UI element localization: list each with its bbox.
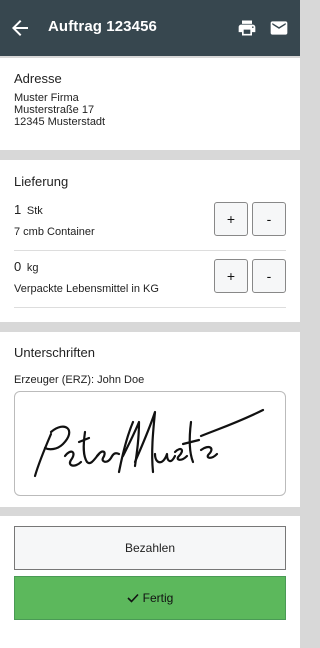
address-block: Muster Firma Musterstraße 17 12345 Muste… [14,92,105,128]
delivery-item: 1 Stk 7 cmb Container + - [14,202,286,252]
printer-icon[interactable] [237,18,257,38]
app-bar: Auftrag 123456 [0,0,300,56]
delivery-card: Lieferung 1 Stk 7 cmb Container + - 0 kg… [0,160,300,322]
address-line: Musterstraße 17 [14,104,95,116]
actions-card: Bezahlen Fertig [0,516,300,648]
arrow-left-icon[interactable] [8,16,32,40]
address-line: Muster Firma [14,92,79,104]
address-title: Adresse [14,71,62,86]
pay-button-label: Bezahlen [124,541,176,555]
pay-button[interactable]: Bezahlen [14,526,286,570]
done-button[interactable]: Fertig [14,576,286,620]
divider [14,307,286,308]
address-line: 12345 Musterstadt [14,116,106,128]
increment-button[interactable]: + [214,259,248,293]
page-title: Auftrag 123456 [48,18,157,35]
quantity-value: 0 [14,259,22,274]
item-quantity: 0 kg [14,259,38,274]
signatures-card: Unterschriften Erzeuger (ERZ): John Doe [0,332,300,507]
done-button-label: Fertig [142,591,174,605]
item-description: 7 cmb Container [14,226,95,238]
signature-drawing [33,408,265,478]
quantity-unit: Stk [26,205,43,217]
quantity-value: 1 [14,202,22,217]
envelope-icon[interactable] [269,18,289,38]
decrement-button[interactable]: - [252,259,286,293]
item-description: Verpackte Lebensmittel in KG [14,283,159,295]
item-quantity: 1 Stk [14,202,43,217]
delivery-item: 0 kg Verpackte Lebensmittel in KG + - [14,259,286,309]
address-card: Adresse Muster Firma Musterstraße 17 123… [0,58,300,150]
decrement-button[interactable]: - [252,202,286,236]
signature-pad[interactable] [14,391,286,496]
check-icon [127,593,139,603]
increment-button[interactable]: + [214,202,248,236]
divider [14,250,286,251]
producer-label: Erzeuger (ERZ): John Doe [14,374,145,386]
delivery-title: Lieferung [14,174,69,189]
signatures-title: Unterschriften [14,345,95,360]
quantity-unit: kg [26,262,39,274]
